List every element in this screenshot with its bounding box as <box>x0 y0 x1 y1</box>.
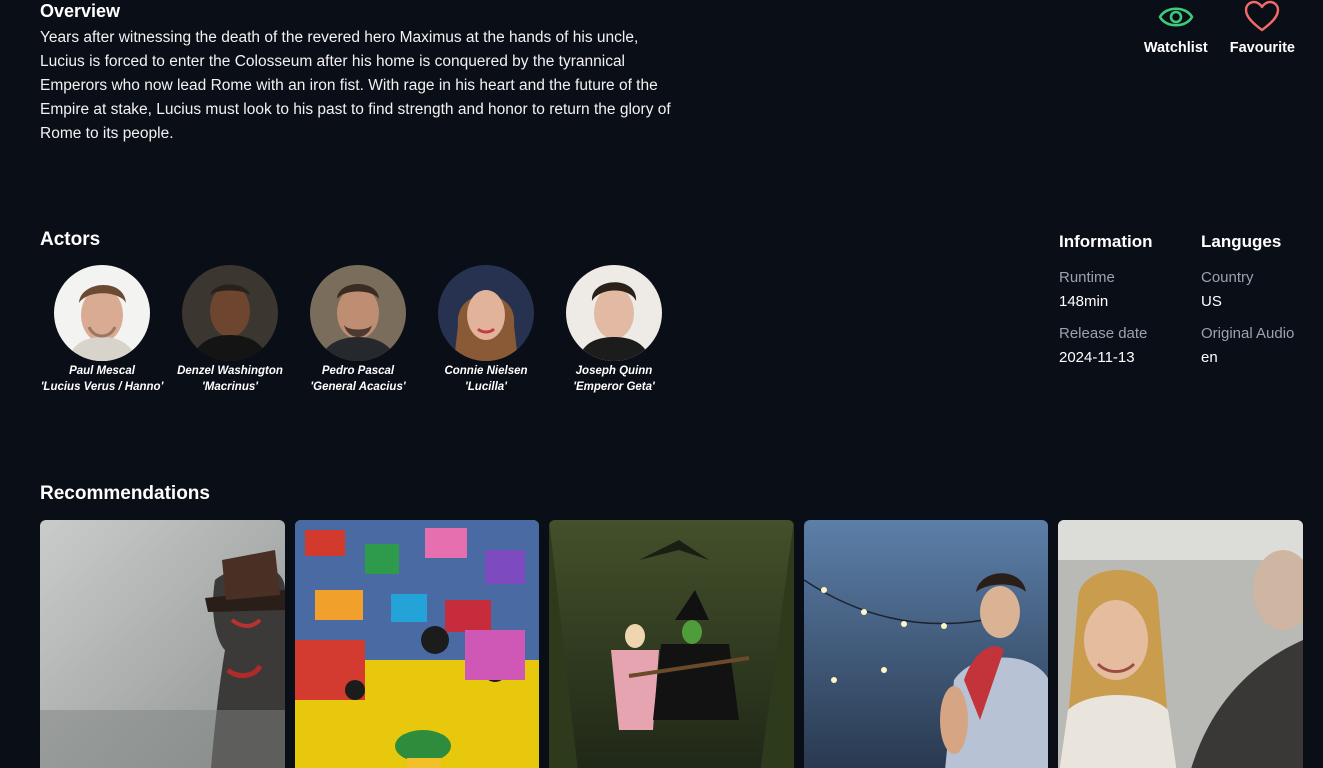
recommendation-poster[interactable] <box>294 520 539 768</box>
actor-card[interactable]: Pedro Pascal 'General Acacius' <box>294 265 422 395</box>
actor-name: Paul Mescal <box>69 365 135 377</box>
action-buttons: Watchlist Favourite <box>1144 0 1295 56</box>
languages-column: Languges Country US Original Audio en <box>1201 232 1323 378</box>
actor-name: Joseph Quinn <box>575 365 653 377</box>
favourite-label: Favourite <box>1229 40 1295 56</box>
actors-list: Paul Mescal 'Lucius Verus / Hanno' Denze… <box>38 265 678 395</box>
actor-card[interactable]: Joseph Quinn 'Emperor Geta' <box>550 265 678 395</box>
actor-role: 'Lucilla' <box>465 381 507 393</box>
heart-icon <box>1243 0 1281 34</box>
country-label: Country <box>1201 269 1254 286</box>
recommendation-poster[interactable] <box>40 520 285 768</box>
favourite-button[interactable]: Favourite <box>1230 0 1295 56</box>
actors-heading: Actors <box>40 229 101 250</box>
avatar <box>310 265 406 361</box>
recommendation-poster[interactable] <box>549 520 794 768</box>
actor-name: Denzel Washington <box>177 365 283 377</box>
original-audio-label: Original Audio <box>1201 325 1295 342</box>
languages-heading: Languges <box>1201 232 1282 251</box>
avatar <box>566 265 662 361</box>
actor-name: Pedro Pascal <box>321 365 395 377</box>
overview-section: Overview Years after witnessing the deat… <box>40 0 680 146</box>
eye-icon <box>1157 0 1195 34</box>
watchlist-button[interactable]: Watchlist <box>1144 0 1208 56</box>
release-date-value: 2024-11-13 <box>1059 349 1135 366</box>
recommendations-list <box>40 520 1303 768</box>
information-column: Information Runtime 148min Release date … <box>1059 232 1201 378</box>
runtime-label: Runtime <box>1059 269 1115 286</box>
recommendations-heading: Recommendations <box>40 483 210 504</box>
avatar <box>54 265 150 361</box>
actor-card[interactable]: Paul Mescal 'Lucius Verus / Hanno' <box>38 265 166 395</box>
actor-card[interactable]: Connie Nielsen 'Lucilla' <box>422 265 550 395</box>
actor-role: 'Emperor Geta' <box>573 381 655 393</box>
information-heading: Information <box>1059 232 1153 251</box>
original-audio-value: en <box>1201 349 1218 366</box>
runtime-value: 148min <box>1059 293 1109 310</box>
actor-role: 'Macrinus' <box>202 381 258 393</box>
overview-title: Overview <box>40 1 121 21</box>
actor-card[interactable]: Denzel Washington 'Macrinus' <box>166 265 294 395</box>
overview-text: Years after witnessing the death of the … <box>40 29 671 142</box>
information-panel: Information Runtime 148min Release date … <box>1059 232 1323 378</box>
actor-role: 'Lucius Verus / Hanno' <box>40 381 164 393</box>
actor-name: Connie Nielsen <box>444 365 528 377</box>
avatar <box>438 265 534 361</box>
actor-role: 'General Acacius' <box>310 381 406 393</box>
movie-details-page: Overview Years after witnessing the deat… <box>0 0 1323 768</box>
recommendation-poster[interactable] <box>1058 520 1303 768</box>
release-date-label: Release date <box>1059 325 1148 342</box>
country-value: US <box>1201 293 1222 310</box>
avatar <box>182 265 278 361</box>
recommendation-poster[interactable] <box>803 520 1048 768</box>
watchlist-label: Watchlist <box>1143 40 1208 56</box>
